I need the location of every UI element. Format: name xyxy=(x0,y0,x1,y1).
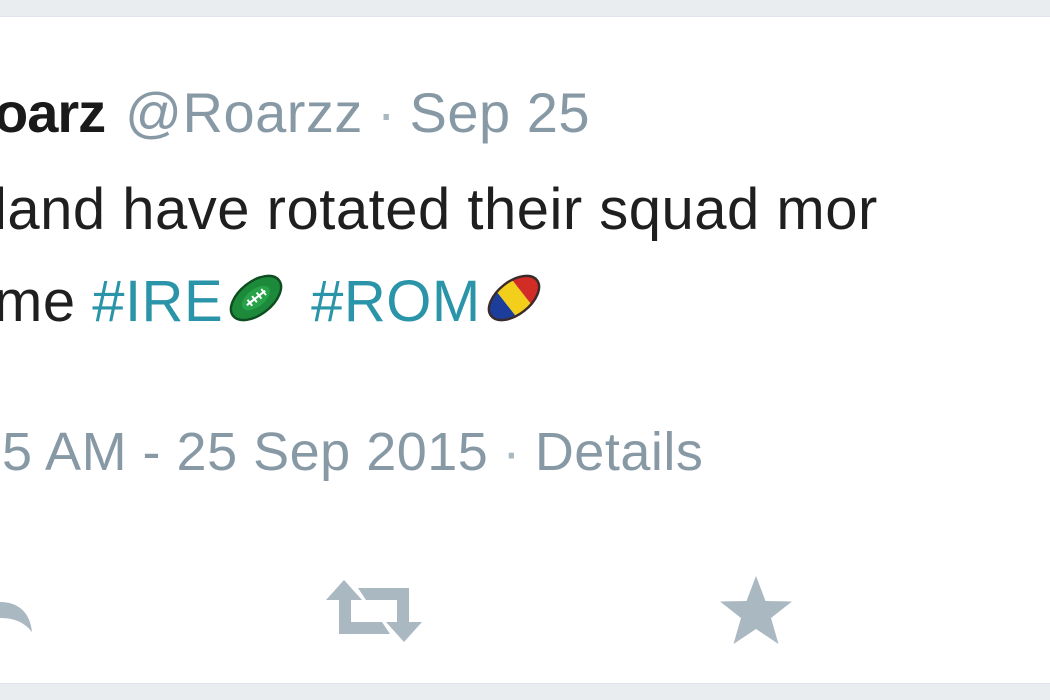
star-icon[interactable] xyxy=(718,574,794,646)
rugby-ball-ireland-icon xyxy=(229,274,283,322)
retweet-icon[interactable] xyxy=(324,576,424,646)
hashtag-rom-link[interactable]: #ROM xyxy=(311,269,481,334)
tweet-actions xyxy=(0,572,1050,652)
separator-dot: · xyxy=(376,81,396,144)
tweet-screenshot: oarz @Roarzz · Sep 25 land have rotated the… xyxy=(0,0,1050,700)
tweet-text-line-2: me #IRE #ROM xyxy=(0,267,569,335)
tweet-card: oarz @Roarzz · Sep 25 land have rotated the… xyxy=(0,16,1050,684)
tweet-text-line-1: land have rotated their squad mor xyxy=(0,177,878,242)
hashtag-ire-link[interactable]: #IRE xyxy=(92,269,223,334)
tweet-timestamp[interactable]: 5 AM - 25 Sep 2015 xyxy=(2,422,488,482)
tweet-text-fragment: me xyxy=(0,269,93,334)
reply-icon[interactable] xyxy=(0,582,36,642)
tweet-metadata: 5 AM - 25 Sep 2015 · Details xyxy=(2,421,703,483)
tweet-date[interactable]: Sep 25 xyxy=(410,81,591,144)
details-link[interactable]: Details xyxy=(535,422,704,482)
user-handle[interactable]: @Roarzz xyxy=(125,81,363,144)
tweet-header: oarz @Roarzz · Sep 25 xyxy=(0,81,590,145)
separator-dot: · xyxy=(502,422,521,482)
user-display-name[interactable]: oarz xyxy=(0,81,106,144)
rugby-ball-romania-icon xyxy=(482,267,545,329)
